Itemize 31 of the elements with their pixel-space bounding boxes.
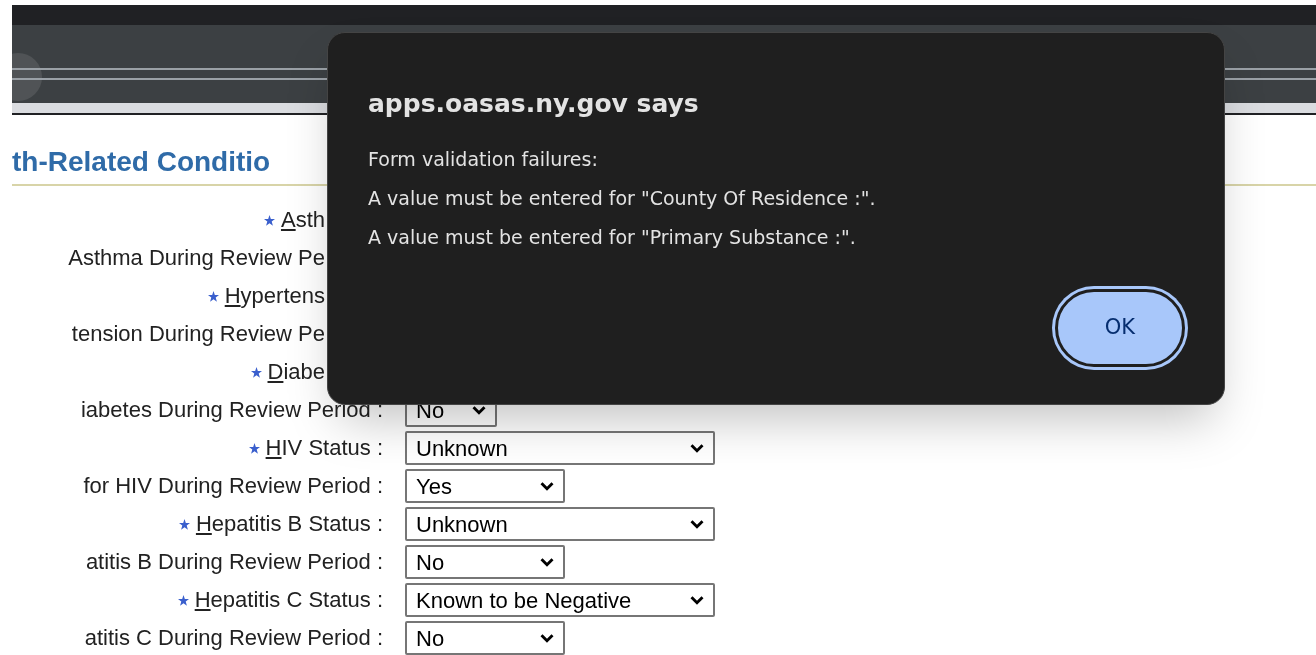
dialog-message-line: A value must be entered for "County Of Residence :". — [368, 186, 876, 211]
chevron-down-icon — [539, 480, 555, 492]
field-label: Hepatitis B Status : — [195, 510, 383, 538]
field-label: for HIV During Review Period : — [83, 472, 383, 500]
chevron-down-icon — [471, 404, 487, 416]
field-label: Asthma During Review Pe — [68, 244, 325, 272]
field-label: Hepatitis C Status : — [194, 586, 383, 614]
dropdown[interactable]: Yes — [405, 469, 565, 503]
field-label: tension During Review Pe — [71, 320, 325, 348]
field-label: Asth — [280, 206, 325, 234]
field-label: atitis B During Review Period : — [85, 548, 383, 576]
chevron-down-icon — [689, 594, 705, 606]
dropdown[interactable]: No — [405, 621, 565, 655]
chevron-down-icon — [689, 518, 705, 530]
dialog-title: apps.oasas.ny.gov says — [368, 88, 699, 120]
dropdown[interactable]: No — [405, 545, 565, 579]
chevron-down-icon — [539, 556, 555, 568]
chevron-down-icon — [539, 632, 555, 644]
field-label: iabetes During Review Period : — [80, 396, 383, 424]
section-heading: th-Related Conditio — [12, 145, 271, 179]
dialog-message-line: A value must be entered for "Primary Substance :". — [368, 225, 857, 250]
field-label: HIV Status : — [265, 434, 383, 462]
dialog-message-line: Form validation failures: — [368, 147, 599, 172]
chevron-down-icon — [689, 442, 705, 454]
field-label: Hypertens — [224, 282, 325, 310]
dropdown[interactable]: Known to be Negative — [405, 583, 715, 617]
field-label: atitis C During Review Period : — [84, 624, 383, 652]
field-label: Diabe — [267, 358, 325, 386]
ok-button[interactable]: OK — [1055, 289, 1185, 367]
dropdown[interactable]: Unknown — [405, 431, 715, 465]
dropdown[interactable]: Unknown — [405, 507, 715, 541]
